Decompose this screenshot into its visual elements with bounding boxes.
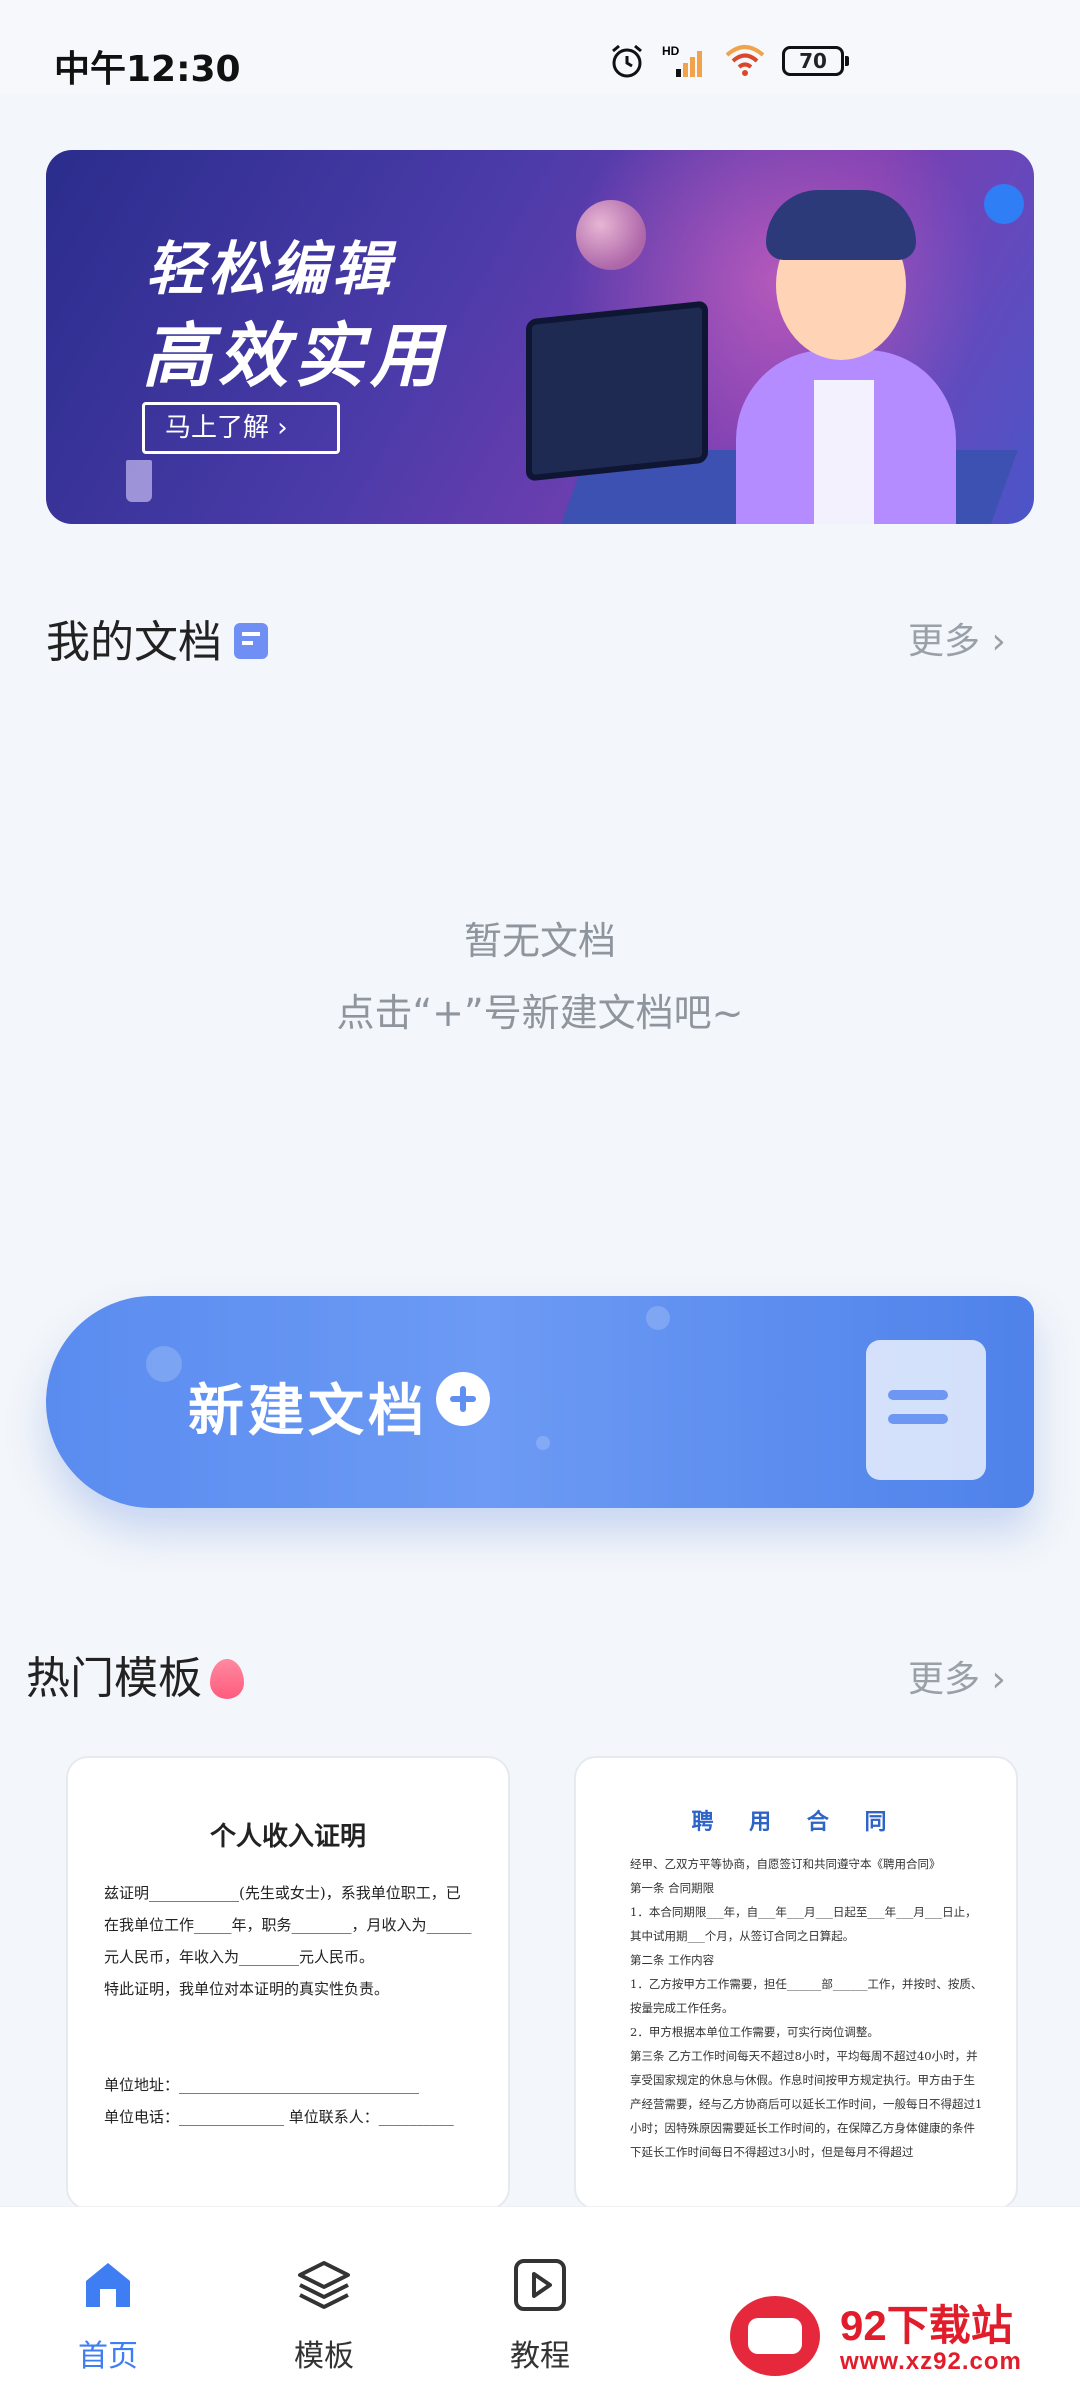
new-document-button[interactable]: 新建文档 [46, 1296, 1034, 1508]
play-icon [514, 2259, 566, 2311]
svg-text:HD: HD [662, 44, 680, 58]
status-time: 中午12:30 [54, 49, 241, 90]
promo-banner[interactable]: 轻松编辑 高效实用 马上了解 › [46, 150, 1034, 524]
bubble-decoration [536, 1436, 550, 1450]
status-icons: HD 70 [608, 42, 849, 80]
new-document-label: 新建文档 [188, 1379, 428, 1444]
hot-templates-title: 热门模板 [26, 1653, 202, 1704]
hot-templates-more-link[interactable]: 更多 › [908, 1650, 1006, 1702]
bubble-decoration [146, 1346, 182, 1382]
nav-tutorials[interactable]: 教程 [480, 2255, 600, 2375]
monitor-illustration [526, 300, 708, 482]
hot-templates-title-row: 热门模板 [26, 1642, 244, 1706]
site-watermark: 92下载站 www.xz92.com [720, 2270, 1070, 2390]
battery-indicator: 70 [782, 46, 849, 76]
status-bar: 中午12:30 HD 70 [0, 0, 1080, 94]
nav-home[interactable]: 首页 [48, 2255, 168, 2375]
layers-icon [298, 2261, 350, 2309]
template-body: 经甲、乙双方平等协商，自愿签订和共同遵守本《聘用合同》 第一条 合同期限 1．本… [630, 1857, 983, 2159]
bubble-decoration [646, 1306, 670, 1330]
watermark-url: www.xz92.com [840, 2348, 1022, 2375]
watermark-title: 92下载站 [840, 2302, 1013, 2349]
document-icon [234, 623, 268, 659]
template-title: 个人收入证明 [209, 1822, 366, 1852]
home-icon [86, 2263, 130, 2307]
nav-templates[interactable]: 模板 [264, 2255, 384, 2375]
banner-headline-1: 轻松编辑 [146, 235, 395, 303]
signal-hd-icon: HD [662, 44, 702, 77]
orb-decoration [984, 184, 1024, 224]
nav-home-label: 首页 [78, 2339, 138, 2374]
banner-headline-2: 高效实用 [142, 315, 446, 397]
template-body: 兹证明____________(先生或女士)，系我单位职工，已在我单位工作___… [104, 1884, 472, 2126]
nav-tutorials-label: 教程 [510, 2339, 570, 2374]
glass-decoration [126, 460, 152, 502]
my-docs-title-row: 我的文档 [46, 606, 268, 670]
template-card-income-proof[interactable]: 个人收入证明 兹证明____________(先生或女士)，系我单位职工，已在我… [66, 1756, 510, 2210]
alarm-icon [612, 44, 642, 78]
empty-state-title: 暂无文档 [463, 919, 616, 963]
document-edit-illustration [866, 1340, 986, 1480]
person-shirt [814, 380, 874, 524]
banner-learn-more-button[interactable]: 马上了解 › [142, 402, 340, 454]
nav-templates-label: 模板 [294, 2339, 354, 2374]
plus-icon [436, 1372, 490, 1426]
fire-icon [210, 1659, 244, 1699]
template-card-employment-contract[interactable]: 聘 用 合 同 经甲、乙双方平等协商，自愿签订和共同遵守本《聘用合同》 第一条 … [574, 1756, 1018, 2210]
person-hair [766, 190, 916, 260]
watermark-logo-icon [730, 2296, 820, 2376]
my-docs-more-link[interactable]: 更多 › [908, 612, 1006, 664]
template-title: 聘 用 合 同 [691, 1809, 901, 1835]
wifi-icon [725, 45, 765, 76]
my-docs-title: 我的文档 [46, 617, 222, 668]
planet-decoration [576, 200, 646, 270]
empty-state-hint: 点击“+”号新建文档吧~ [336, 991, 744, 1035]
